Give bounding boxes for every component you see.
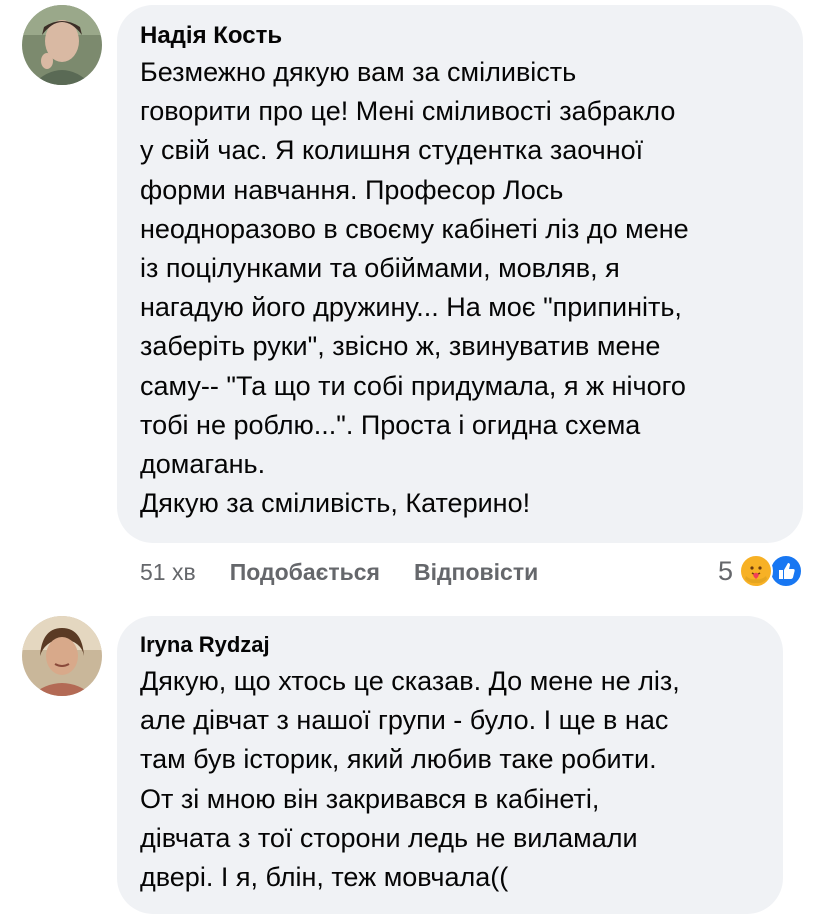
- comment-author[interactable]: Надія Кость: [140, 19, 779, 53]
- comment-line: із поцілунками та обіймами, мовляв, я: [140, 253, 620, 284]
- comment-line: От зі мною він закривався в кабінеті,: [140, 783, 600, 814]
- reaction-icons: [739, 554, 805, 588]
- comment-line: там був історик, який любив таке робити.: [140, 744, 657, 775]
- profile-photo-icon: [22, 616, 102, 696]
- comment-actions: 51 хв Подобається Відповісти: [140, 555, 538, 589]
- care-reaction-icon: [739, 554, 774, 588]
- comment-line: неодноразово в своєму кабінеті ліз до ме…: [140, 213, 689, 244]
- profile-photo-icon: [22, 5, 102, 85]
- comment-line: говорити про це! Мені сміливості забракл…: [140, 96, 676, 127]
- comment-line: Дякую, що хтось це сказав. До мене не лі…: [140, 666, 680, 696]
- comment-line: форми навчання. Професор Лось: [140, 174, 564, 205]
- comment-line: тобі не роблю...". Проста і огидна схема: [140, 409, 641, 440]
- comment-line: заберіть руки", звісно ж, звинуватив мен…: [140, 331, 661, 362]
- comment-line: але дівчат з нашої групи - було. І ще в …: [140, 705, 669, 736]
- like-button[interactable]: Подобається: [230, 559, 380, 586]
- comment-author[interactable]: Iryna Rydzaj: [140, 628, 759, 662]
- comment-line: домагань.: [140, 449, 266, 480]
- comment-line: саму-- "Та що ти собі придумала, я ж ніч…: [140, 370, 686, 401]
- reactions-summary[interactable]: 5: [718, 553, 805, 589]
- comment-line: Дякую за сміливість, Катерино!: [140, 488, 531, 519]
- avatar[interactable]: [22, 616, 102, 696]
- comment-text: Безмежно дякую вам за сміливість говорит…: [140, 53, 779, 523]
- avatar[interactable]: [22, 5, 102, 85]
- comment-line: дівчата з тої сторони ледь не виламали: [140, 822, 638, 853]
- comment-bubble: Iryna Rydzaj Дякую, що хтось це сказав. …: [117, 616, 783, 914]
- comment-line: у свій час. Я колишня студентка заочної: [140, 135, 644, 166]
- comment-text: Дякую, що хтось це сказав. До мене не лі…: [140, 662, 759, 897]
- comment-line: двері. І я, блін, теж мовчала((: [140, 862, 509, 893]
- comment-bubble: Надія Кость Безмежно дякую вам за смілив…: [117, 5, 803, 543]
- comment-line: нагадую його дружину... На моє "припиніт…: [140, 292, 682, 323]
- reply-button[interactable]: Відповісти: [414, 559, 538, 586]
- comment-timestamp[interactable]: 51 хв: [140, 559, 196, 586]
- like-reaction-icon: [769, 554, 804, 588]
- comment-line: Безмежно дякую вам за сміливість: [140, 57, 577, 87]
- reaction-count: 5: [718, 555, 734, 586]
